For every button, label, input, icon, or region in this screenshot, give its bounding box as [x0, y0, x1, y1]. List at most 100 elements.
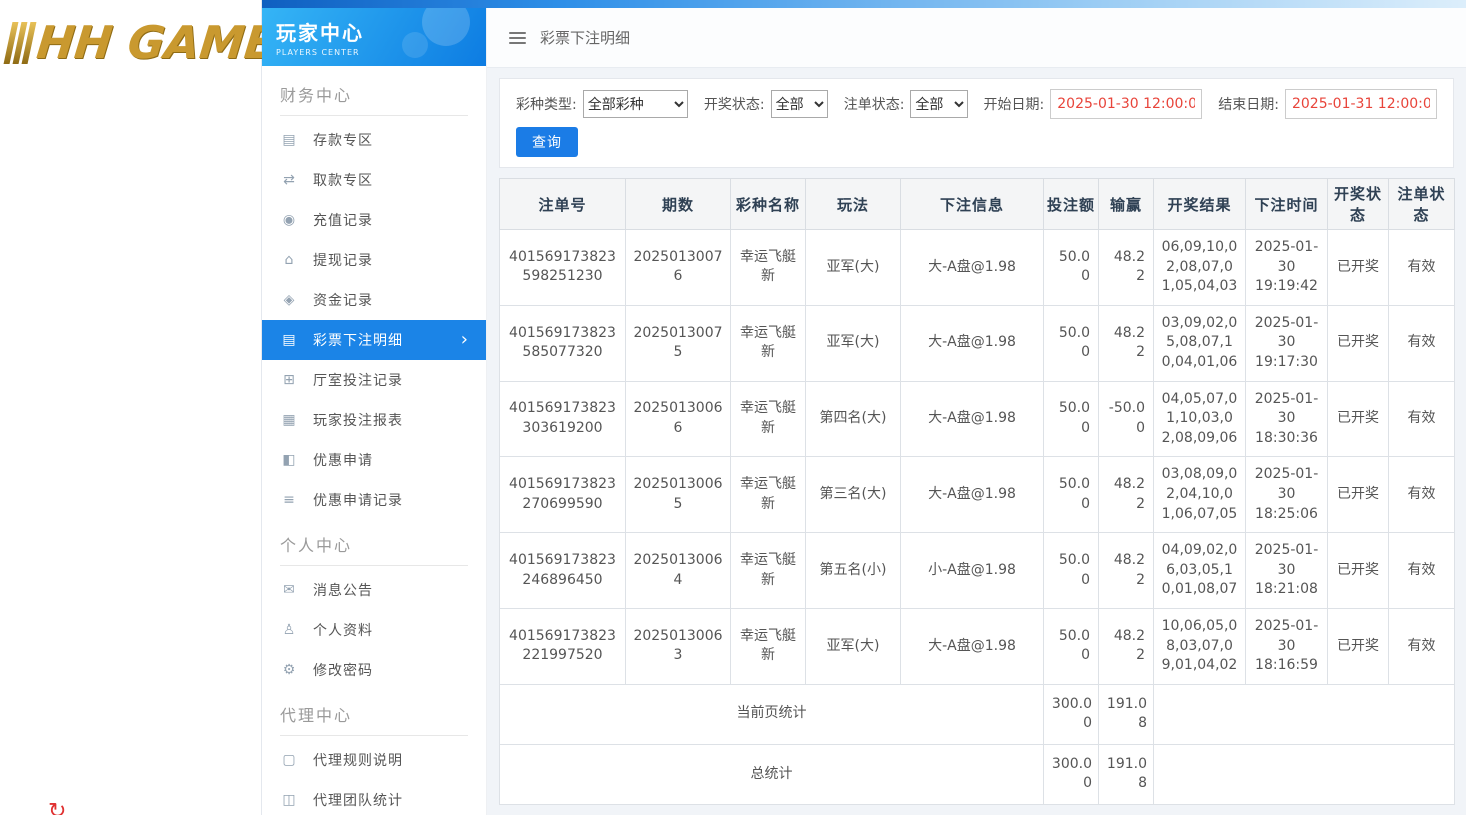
table-cell: 2025-01-30 19:17:30 — [1246, 305, 1328, 381]
table-cell: 20250130075 — [626, 305, 731, 381]
order-status-select[interactable]: 全部 — [910, 90, 967, 118]
menu-toggle-icon[interactable] — [509, 32, 526, 44]
sidebar-item-label: 玩家投注报表 — [313, 410, 403, 430]
end-date-input[interactable] — [1285, 89, 1437, 119]
table-cell: 20250130076 — [626, 230, 731, 306]
hall-bet-record-icon: ⊞ — [280, 372, 298, 388]
column-header: 下注时间 — [1246, 179, 1328, 230]
profile-icon: ♙ — [280, 622, 298, 638]
main-content: 彩票下注明细 彩种类型: 全部彩种 开奖状态: 全部 — [487, 8, 1466, 815]
sidebar-item[interactable]: ⚙ 修改密码 — [262, 650, 486, 690]
table-cell: 大-A盘@1.98 — [901, 305, 1044, 381]
table-cell: 大-A盘@1.98 — [901, 608, 1044, 684]
summary-empty — [1154, 744, 1455, 804]
table-cell: 幸运飞艇新 — [731, 457, 806, 533]
table-row: 40156917382322199752020250130063幸运飞艇新亚军(… — [500, 608, 1455, 684]
table-cell: 亚军(大) — [806, 608, 901, 684]
table-cell: 20250130064 — [626, 533, 731, 609]
table-cell: 大-A盘@1.98 — [901, 381, 1044, 457]
sidebar-item-label: 个人资料 — [313, 620, 373, 640]
sidebar-item[interactable]: ▦玩家投注报表 — [262, 400, 486, 440]
table-cell: 有效 — [1389, 381, 1455, 457]
table-cell: 已开奖 — [1328, 608, 1389, 684]
table-cell: 50.00 — [1044, 608, 1099, 684]
table-cell: 大-A盘@1.98 — [901, 230, 1044, 306]
table-cell: 有效 — [1389, 608, 1455, 684]
table-cell: 06,09,10,02,08,07,01,05,04,03 — [1154, 230, 1246, 306]
refresh-float-icon[interactable]: ↻ — [48, 799, 66, 815]
sidebar-item-label: 厅室投注记录 — [313, 370, 403, 390]
sidebar-item[interactable]: ✉消息公告 — [262, 570, 486, 610]
table-cell: 已开奖 — [1328, 305, 1389, 381]
sidebar-item[interactable]: ▤彩票下注明细› — [262, 320, 486, 360]
page-body: 彩种类型: 全部彩种 开奖状态: 全部 注单状态: 全部 — [487, 68, 1466, 815]
chevron-right-icon: › — [461, 331, 468, 349]
page-header: 彩票下注明细 — [487, 8, 1466, 68]
table-cell: 48.22 — [1099, 533, 1154, 609]
sidebar-item[interactable]: ▢代理规则说明 — [262, 740, 486, 780]
lottery-type-select[interactable]: 全部彩种 — [583, 90, 688, 118]
change-password-icon: ⚙ — [280, 662, 298, 678]
bet-table: 注单号期数彩种名称玩法下注信息投注额输赢开奖结果下注时间开奖状态注单状态 401… — [499, 178, 1455, 805]
sidebar-item[interactable]: ◈资金记录 — [262, 280, 486, 320]
sidebar-item[interactable]: ⇄取款专区 — [262, 160, 486, 200]
lottery-type-label: 彩种类型: — [516, 94, 577, 114]
sidebar-item-label: 修改密码 — [313, 660, 373, 680]
filter-row: 彩种类型: 全部彩种 开奖状态: 全部 注单状态: 全部 — [516, 89, 1437, 119]
sidebar-item[interactable]: ◧优惠申请 — [262, 440, 486, 480]
bet-table-body: 40156917382359825123020250130076幸运飞艇新亚军(… — [500, 230, 1455, 805]
draw-status-label: 开奖状态: — [704, 94, 765, 114]
column-header: 开奖结果 — [1154, 179, 1246, 230]
top-accent-bar — [262, 0, 1466, 8]
deposit-icon: ▤ — [280, 132, 298, 148]
table-row: 40156917382327069959020250130065幸运飞艇新第三名… — [500, 457, 1455, 533]
agent-team-stats-icon: ◫ — [280, 792, 298, 808]
table-cell: 已开奖 — [1328, 381, 1389, 457]
table-cell: 幸运飞艇新 — [731, 230, 806, 306]
search-button[interactable]: 查询 — [516, 127, 578, 157]
column-header: 注单号 — [500, 179, 626, 230]
sidebar-item-label: 优惠申请 — [313, 450, 373, 470]
table-cell: 50.00 — [1044, 230, 1099, 306]
table-cell: -50.00 — [1099, 381, 1154, 457]
brand-logo: HH GAME — [0, 0, 261, 69]
sidebar-item[interactable]: ◉充值记录 — [262, 200, 486, 240]
sidebar-item[interactable]: ⌂提现记录 — [262, 240, 486, 280]
sidebar-item-label: 存款专区 — [313, 130, 373, 150]
app-window: HH GAME ↻ 玩家中心 PLAYERS CENTER 财务中心▤存款专区⇄… — [0, 0, 1466, 815]
table-cell: 401569173823221997520 — [500, 608, 626, 684]
table-cell: 小-A盘@1.98 — [901, 533, 1044, 609]
summary-label: 当前页统计 — [500, 684, 1044, 744]
sidebar-item[interactable]: ≡优惠申请记录 — [262, 480, 486, 520]
table-cell: 50.00 — [1044, 305, 1099, 381]
summary-label: 总统计 — [500, 744, 1044, 804]
table-cell: 48.22 — [1099, 457, 1154, 533]
summary-bet-total: 300.00 — [1044, 684, 1099, 744]
sidebar-item[interactable]: ◫ 代理团队统计 — [262, 780, 486, 815]
table-cell: 已开奖 — [1328, 533, 1389, 609]
draw-status-select[interactable]: 全部 — [771, 90, 828, 118]
table-cell: 2025-01-30 18:21:08 — [1246, 533, 1328, 609]
table-cell: 亚军(大) — [806, 305, 901, 381]
table-cell: 401569173823303619200 — [500, 381, 626, 457]
summary-row: 总统计300.00191.08 — [500, 744, 1455, 804]
table-cell: 48.22 — [1099, 230, 1154, 306]
table-cell: 亚军(大) — [806, 230, 901, 306]
table-cell: 第四名(大) — [806, 381, 901, 457]
end-date-label: 结束日期: — [1218, 94, 1279, 114]
brand-logo-text: HH GAME — [34, 16, 278, 69]
table-row: 40156917382330361920020250130066幸运飞艇新第四名… — [500, 381, 1455, 457]
lottery-bet-detail-icon: ▤ — [280, 332, 298, 348]
table-cell: 有效 — [1389, 230, 1455, 306]
sidebar-item-label: 代理团队统计 — [313, 790, 403, 810]
withdraw-icon: ⇄ — [280, 172, 298, 188]
sidebar-item[interactable]: ♙ 个人资料 — [262, 610, 486, 650]
table-cell: 幸运飞艇新 — [731, 608, 806, 684]
table-cell: 幸运飞艇新 — [731, 305, 806, 381]
table-cell: 2025-01-30 18:30:36 — [1246, 381, 1328, 457]
start-date-input[interactable] — [1050, 89, 1202, 119]
sidebar-item[interactable]: ⊞ 厅室投注记录 — [262, 360, 486, 400]
table-cell: 48.22 — [1099, 608, 1154, 684]
sidebar-item[interactable]: ▤ 存款专区 — [262, 120, 486, 160]
table-cell: 50.00 — [1044, 381, 1099, 457]
